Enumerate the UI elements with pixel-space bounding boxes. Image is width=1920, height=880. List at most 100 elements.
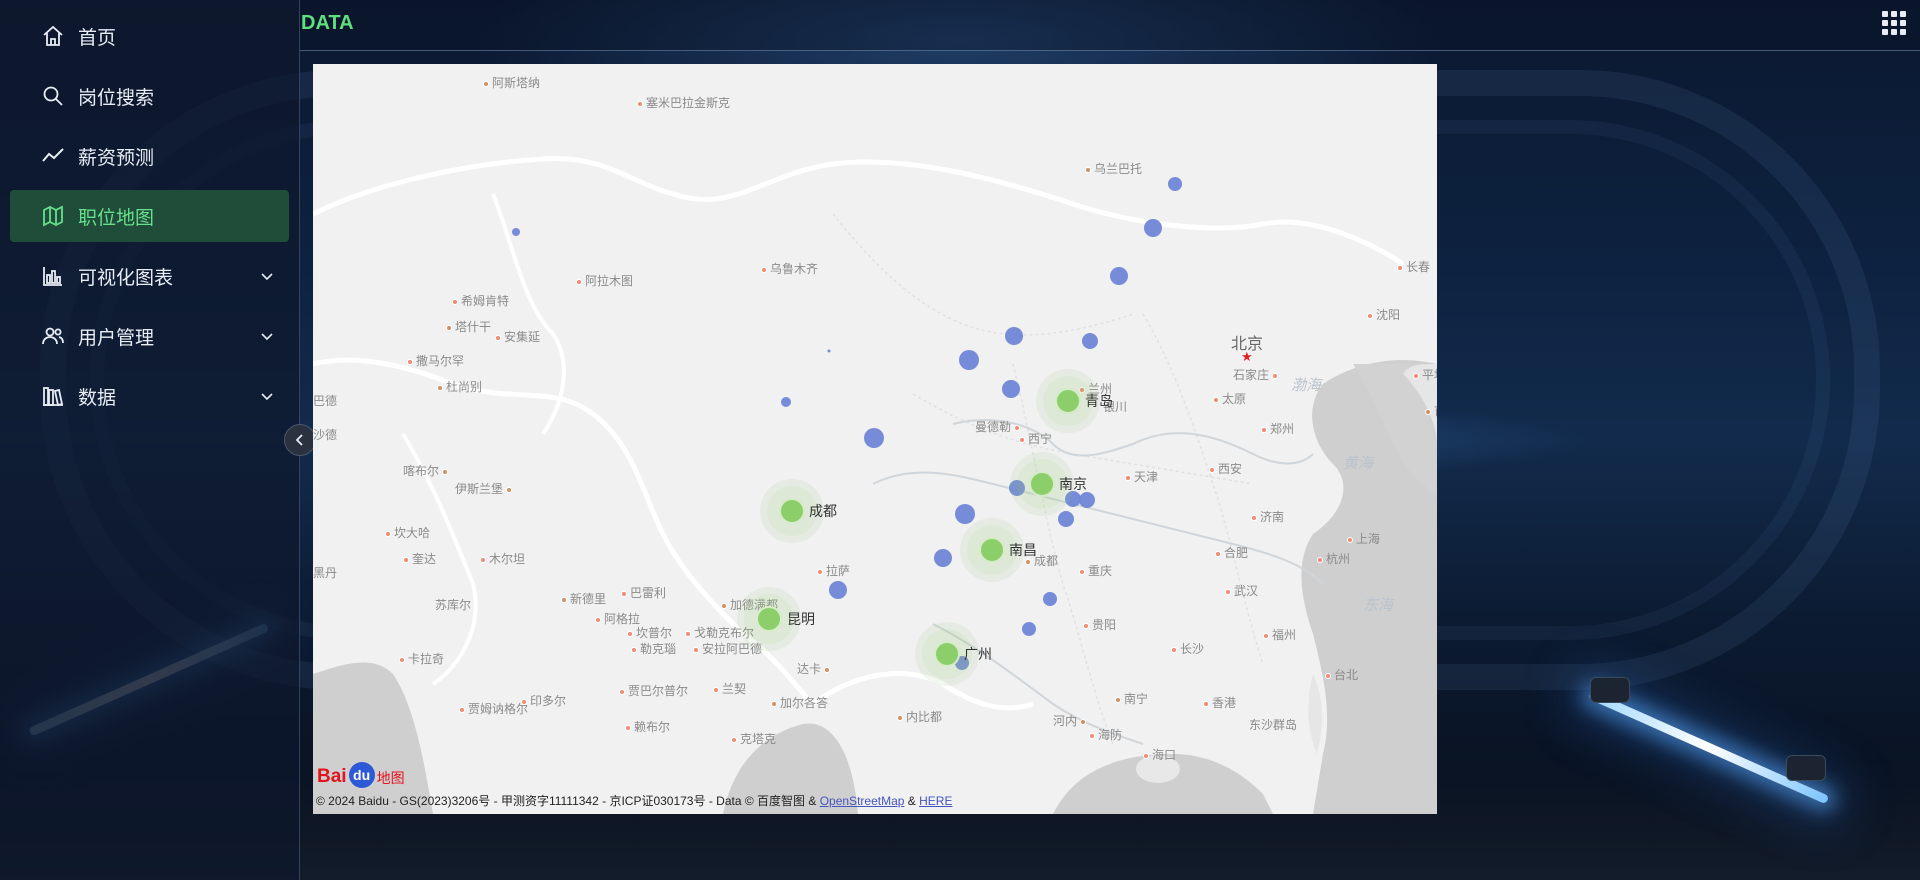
sidebar-item-job-map[interactable]: 职位地图 [10,190,289,242]
job-point[interactable] [934,549,952,567]
top-header: DATA [300,0,1920,51]
sidebar-item-user-management[interactable]: 用户管理 [10,310,289,362]
place-label: 拉萨 [817,562,850,579]
place-label: 西安 [1209,460,1242,477]
decor-lamp-cap [1590,677,1630,703]
sidebar-item-label: 薪资预测 [78,146,155,169]
place-label: 阿斯塔纳 [483,74,540,91]
city-marker-label: 青岛 [1085,394,1113,410]
trend-line-icon [40,143,66,169]
place-label: 安集延 [495,328,540,345]
chevron-down-icon [261,273,273,281]
map-icon [40,203,66,229]
job-point[interactable] [955,504,975,524]
sidebar-item-job-search[interactable]: 岗位搜索 [10,70,289,122]
place-label: 兰契 [713,680,746,697]
capital-star-icon: ★ [1241,350,1253,365]
job-point[interactable] [1144,219,1162,237]
place-label: 安拉阿巴德 [693,640,762,657]
job-point[interactable] [1043,592,1057,606]
place-label: 赖布尔 [625,718,670,735]
openstreetmap-link[interactable]: OpenStreetMap [820,794,905,808]
sidebar-menu: 首页 岗位搜索 薪资预测 职位地图 可视化图表 用户管理 数据 [0,0,299,422]
place-label: 东沙群岛 [1249,718,1298,732]
job-point[interactable] [1005,327,1023,345]
search-icon [40,83,66,109]
place-label: 天津 [1125,468,1158,485]
place-label: 巴雷利 [621,584,666,601]
city-marker-label: 南昌 [1009,543,1037,559]
place-label: 木尔坦 [480,550,525,567]
sidebar-item-data[interactable]: 数据 [10,370,289,422]
sea-label: 黄海 [1343,454,1374,472]
chevron-down-icon [261,333,273,341]
baidu-logo: Bai du 地图 [317,754,405,788]
place-label: 台北 [1325,666,1358,683]
place-label: 加尔各答 [771,694,828,711]
sidebar-item-charts[interactable]: 可视化图表 [10,250,289,302]
place-label: 克塔克 [731,730,776,747]
chevron-down-icon [261,393,273,401]
job-point[interactable] [864,428,884,448]
place-label: 郑州 [1261,420,1294,437]
place-label: 坎普尔 [627,624,672,641]
place-label: 塞米巴拉金斯克 [637,94,730,111]
job-point[interactable] [1168,177,1182,191]
job-point[interactable] [1058,511,1074,527]
place-label: 上海 [1347,530,1380,547]
job-point[interactable] [1022,622,1036,636]
job-point[interactable] [959,350,979,370]
books-icon [40,383,66,409]
sidebar-item-home[interactable]: 首页 [10,10,289,62]
place-label: 海防 [1089,726,1122,743]
place-label: 乌兰巴托 [1085,160,1142,177]
place-label: 杭州 [1317,550,1350,567]
place-label: 香港 [1203,694,1236,711]
city-marker-label: 广州 [964,647,992,663]
place-label: 坎大哈 [385,524,430,541]
job-point[interactable] [1110,267,1128,285]
sidebar-item-label: 可视化图表 [78,266,174,289]
job-point[interactable] [1082,333,1098,349]
place-label: 卡拉奇 [399,650,444,667]
place-label: 济南 [1251,508,1284,525]
place-label: 乌鲁木齐 [761,260,818,277]
users-icon [40,323,66,349]
place-label: 贾巴尔普尔 [619,682,688,699]
place-label: 内比都 [897,708,942,725]
place-label: 巴德 [313,394,338,408]
place-label: 平壤 [1413,366,1437,383]
sidebar-collapse-button[interactable] [284,424,316,456]
place-label: 达卡 [797,660,833,677]
map-copyright: © 2024 Baidu - GS(2023)3206号 - 甲测资字11111… [316,794,953,808]
place-label: 福州 [1263,626,1296,643]
place-label: 海口 [1143,746,1176,763]
place-label: 希姆肯特 [452,292,509,309]
bar-chart-icon [40,263,66,289]
here-link[interactable]: HERE [919,794,952,808]
job-point[interactable] [829,581,847,599]
job-point[interactable] [1002,380,1020,398]
place-label: 勒克瑙 [631,640,676,657]
place-label: 贾姆讷格尔 [459,700,528,717]
apps-grid-icon[interactable] [1880,9,1908,37]
place-label: 长春 [1397,258,1430,275]
job-point[interactable] [827,349,831,353]
home-icon [40,23,66,49]
place-label: 阿拉木图 [576,272,633,289]
place-label: 重庆 [1079,562,1112,579]
city-marker-label: 南京 [1059,477,1087,493]
job-point[interactable] [1079,492,1095,508]
place-label: 沙德 [313,428,338,442]
job-map[interactable]: 阿斯塔纳 塞米巴拉金斯克 乌兰巴托 阿拉木图 乌鲁木齐 希姆肯特 塔什干 安集延… [313,64,1437,814]
job-point[interactable] [512,228,520,236]
chevron-left-icon [295,434,303,446]
place-label: 塔什干 [446,318,491,335]
sidebar-item-label: 岗位搜索 [78,86,155,109]
sidebar-item-salary-prediction[interactable]: 薪资预测 [10,130,289,182]
sidebar-item-label: 首页 [78,26,117,49]
place-label: 撒马尔罕 [407,352,464,369]
sea-label: 东海 [1363,596,1394,614]
job-point[interactable] [781,397,791,407]
place-label: 长沙 [1171,640,1204,657]
